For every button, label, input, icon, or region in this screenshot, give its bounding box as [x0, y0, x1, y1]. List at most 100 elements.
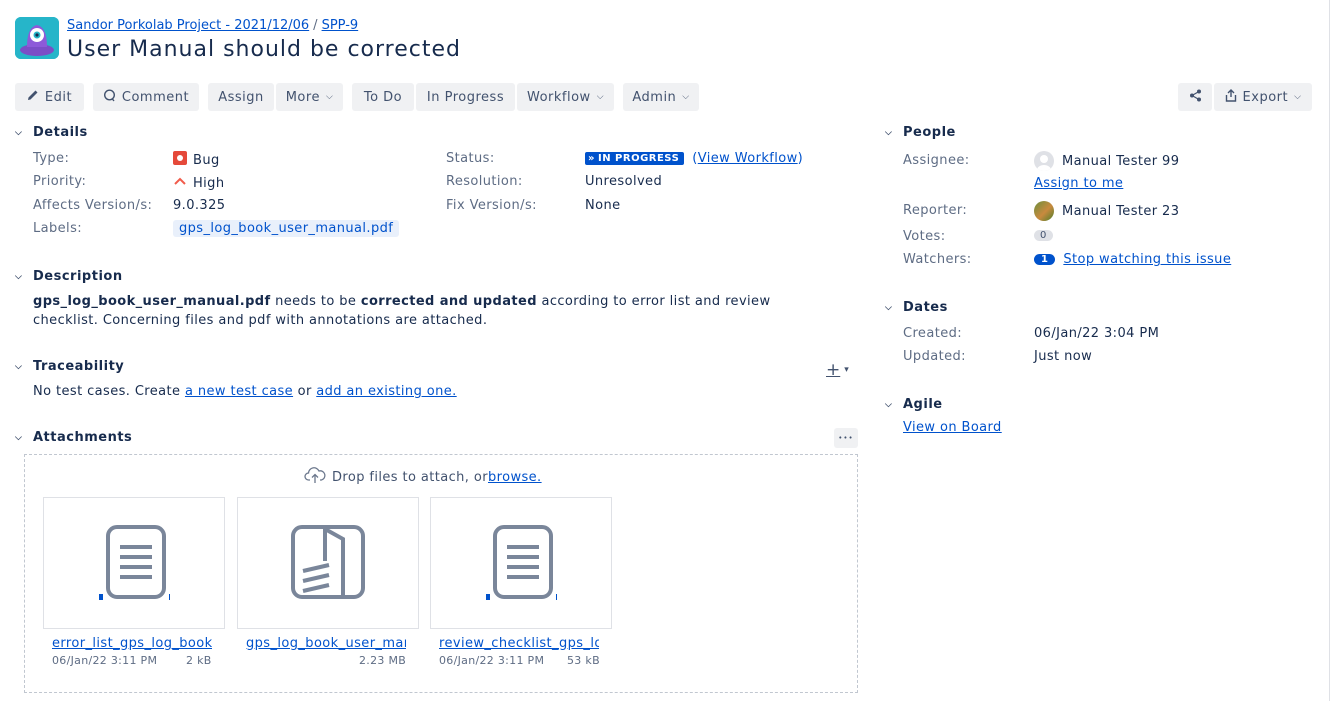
labels-value: gps_log_book_user_manual.pdf — [173, 220, 400, 237]
share-button[interactable] — [1178, 83, 1212, 111]
description-body[interactable]: gps_log_book_user_manual.pdf needs to be… — [33, 292, 813, 330]
add-test-case-menu[interactable]: + ▾ — [826, 360, 849, 380]
issue-title[interactable]: User Manual should be corrected — [67, 37, 461, 62]
created-label: Created: — [903, 326, 963, 341]
admin-button[interactable]: Admin ⌵ — [623, 83, 699, 111]
attachment-name-link[interactable]: error_list_gps_log_book — [52, 636, 212, 651]
affects-version-label: Affects Version/s: — [33, 198, 153, 213]
dates-section-toggle[interactable]: ⌵ Dates — [885, 300, 948, 315]
attachments-section-toggle[interactable]: ⌵ Attachments — [15, 430, 132, 445]
description-emphasis: corrected and updated — [360, 294, 537, 309]
label-chip[interactable]: gps_log_book_user_manual.pdf — [173, 220, 400, 237]
resolution-label: Resolution: — [446, 174, 523, 189]
collapse-icon: ⌵ — [15, 361, 23, 372]
chevron-down-icon: ⌵ — [325, 92, 334, 102]
traceability-section-toggle[interactable]: ⌵ Traceability — [15, 359, 124, 374]
view-workflow-link[interactable]: View Workflow — [698, 151, 798, 166]
edit-label: Edit — [44, 89, 73, 105]
people-section-toggle[interactable]: ⌵ People — [885, 125, 956, 140]
attachments-options-button[interactable]: ••• — [834, 428, 858, 448]
stop-watching-link[interactable]: Stop watching this issue — [1063, 252, 1231, 267]
attachment-thumbnail[interactable] — [43, 497, 225, 629]
description-section-toggle[interactable]: ⌵ Description — [15, 269, 123, 284]
existing-test-case-link[interactable]: add an existing one. — [316, 384, 456, 399]
workflow-button[interactable]: Workflow ⌵ — [517, 83, 614, 111]
attachment-thumbnail[interactable] — [237, 497, 419, 629]
breadcrumb-project-link[interactable]: Sandor Porkolab Project - 2021/12/06 — [67, 18, 309, 33]
view-workflow-group: (View Workflow) — [692, 151, 803, 166]
comment-label: Comment — [121, 89, 190, 105]
chevron-down-icon: ⌵ — [596, 92, 605, 102]
view-workflow-close-paren: ) — [797, 151, 804, 166]
assignee-value[interactable]: Manual Tester 99 — [1034, 151, 1179, 171]
todo-label: To Do — [363, 89, 403, 105]
edit-button[interactable]: Edit — [15, 83, 84, 111]
todo-button[interactable]: To Do — [352, 83, 414, 111]
assignee-label: Assignee: — [903, 153, 970, 168]
caret-down-icon: ▾ — [844, 365, 849, 375]
reporter-value[interactable]: Manual Tester 23 — [1034, 201, 1179, 221]
details-heading: Details — [33, 125, 88, 140]
status-badge-text: IN PROGRESS — [597, 153, 680, 164]
attachment-size: 53 kB — [567, 654, 600, 667]
watchers-value: 1 Stop watching this issue — [1034, 252, 1231, 267]
status-badge[interactable]: » IN PROGRESS — [585, 152, 685, 165]
created-value: 06/Jan/22 3:04 PM — [1034, 326, 1160, 341]
type-value: Bug — [173, 151, 220, 169]
progress-end-tick — [556, 594, 557, 600]
updated-value: Just now — [1034, 349, 1093, 364]
traceability-text-2: or — [293, 384, 317, 399]
attachment-size: 2.23 MB — [359, 654, 407, 667]
breadcrumb-issue-key[interactable]: SPP-9 — [322, 18, 359, 33]
attachments-heading: Attachments — [33, 430, 133, 445]
in-progress-label: In Progress — [426, 89, 505, 105]
comment-button[interactable]: Comment — [93, 83, 199, 111]
traceability-heading: Traceability — [33, 359, 125, 374]
bug-icon — [173, 151, 187, 169]
collapse-icon: ⌵ — [15, 127, 23, 138]
priority-text: High — [193, 175, 225, 191]
comment-icon — [103, 88, 116, 106]
fix-version-label: Fix Version/s: — [446, 198, 537, 213]
attachment-name-link[interactable]: review_checklist_gps_log — [439, 636, 599, 651]
in-progress-button[interactable]: In Progress — [416, 83, 515, 111]
document-icon — [493, 525, 553, 603]
assign-button[interactable]: Assign — [208, 83, 274, 111]
more-label: More — [285, 89, 320, 105]
more-options-icon: ••• — [838, 434, 854, 442]
reporter-label: Reporter: — [903, 203, 968, 218]
votes-value[interactable]: 0 — [1034, 230, 1053, 241]
project-avatar[interactable] — [15, 17, 59, 59]
drop-files-text: Drop files to attach, or — [332, 469, 488, 485]
attachment-name-link[interactable]: gps_log_book_user_manual — [246, 636, 406, 651]
chevron-down-icon: ⌵ — [1294, 92, 1302, 102]
affects-version-value[interactable]: 9.0.325 — [173, 198, 225, 213]
assignee-name: Manual Tester 99 — [1062, 153, 1180, 169]
export-button[interactable]: Export ⌵ — [1214, 83, 1312, 111]
browse-link[interactable]: browse. — [488, 470, 542, 485]
priority-value: High — [173, 174, 224, 192]
type-text: Bug — [193, 152, 220, 168]
share-icon — [1189, 89, 1202, 106]
updated-label: Updated: — [903, 349, 966, 364]
assign-to-me-link[interactable]: Assign to me — [1034, 176, 1123, 191]
priority-label: Priority: — [33, 174, 87, 189]
collapse-icon: ⌵ — [885, 399, 893, 410]
collapse-icon: ⌵ — [885, 127, 893, 138]
collapse-icon: ⌵ — [15, 432, 23, 443]
progress-start-tick — [99, 594, 103, 600]
watchers-count-badge[interactable]: 1 — [1034, 254, 1056, 265]
dates-heading: Dates — [903, 300, 948, 315]
description-text-1: needs to be — [270, 294, 361, 309]
page-right-border — [1329, 0, 1330, 701]
attachment-thumbnail[interactable] — [430, 497, 612, 629]
traceability-text-1: No test cases. Create — [33, 384, 185, 399]
view-on-board-link[interactable]: View on Board — [903, 420, 1002, 435]
agile-section-toggle[interactable]: ⌵ Agile — [885, 397, 943, 412]
traceability-text: No test cases. Create a new test case or… — [33, 384, 457, 399]
pencil-icon — [27, 89, 39, 105]
description-filename: gps_log_book_user_manual.pdf — [33, 294, 271, 309]
new-test-case-link[interactable]: a new test case — [185, 384, 293, 399]
details-section-toggle[interactable]: ⌵ Details — [15, 125, 88, 140]
more-button[interactable]: More ⌵ — [276, 83, 343, 111]
